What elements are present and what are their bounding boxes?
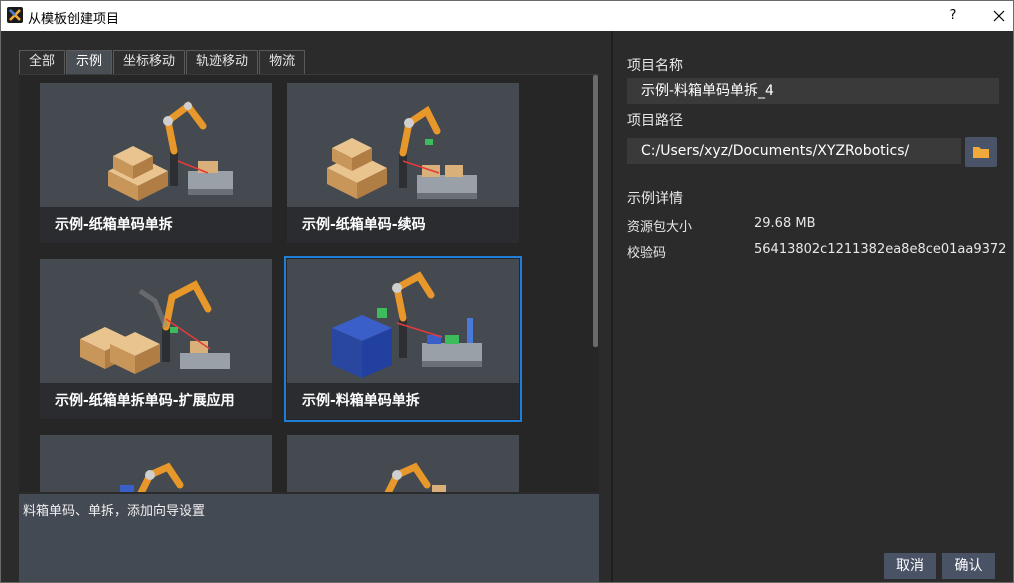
- size-value: 29.68 MB: [754, 216, 816, 231]
- title-bar: 从模板创建项目 ?: [1, 1, 1013, 31]
- card-thumbnail: [40, 83, 272, 207]
- template-panel: 全部 示例 坐标移动 轨迹移动 物流 示例-纸箱单码单拆 示例-纸箱单码-续码 …: [1, 31, 611, 582]
- window-title: 从模板创建项目: [28, 12, 120, 27]
- project-settings-panel: 项目名称 项目路径 示例详情 资源包大小 29.68 MB 校验码 564138…: [613, 31, 1013, 582]
- template-description: 料箱单码、单拆，添加向导设置: [19, 494, 599, 582]
- card-thumbnail: [287, 259, 519, 383]
- tab-logistics[interactable]: 物流: [259, 50, 306, 74]
- template-card-3[interactable]: 示例-纸箱单拆单码-扩展应用: [40, 259, 272, 419]
- dialog-window: 从模板创建项目 ? 全部 示例 坐标移动 轨迹移动 物流 示例-纸箱单码单拆 示…: [0, 0, 1014, 583]
- template-card-2[interactable]: 示例-纸箱单码-续码: [287, 83, 519, 243]
- browse-folder-button[interactable]: [965, 137, 997, 167]
- card-thumbnail: [40, 259, 272, 383]
- template-card-6[interactable]: [287, 435, 519, 492]
- app-logo-icon: [7, 7, 23, 23]
- tab-coordinate-move[interactable]: 坐标移动: [113, 50, 186, 74]
- category-tabs: 全部 示例 坐标移动 轨迹移动 物流: [19, 50, 306, 74]
- size-label: 资源包大小: [627, 220, 693, 235]
- project-name-label: 项目名称: [627, 58, 683, 74]
- template-card-5[interactable]: [40, 435, 272, 492]
- card-thumbnail: [40, 435, 272, 492]
- card-label: 示例-纸箱单码-续码: [287, 207, 519, 243]
- help-button[interactable]: ?: [939, 4, 967, 28]
- template-grid: 示例-纸箱单码单拆 示例-纸箱单码-续码 示例-纸箱单拆单码-扩展应用 示例-料…: [19, 74, 599, 492]
- project-path-input[interactable]: [627, 138, 961, 164]
- project-name-input[interactable]: [627, 78, 999, 104]
- project-path-label: 项目路径: [627, 113, 683, 129]
- checksum-label: 校验码: [627, 246, 667, 261]
- tab-all[interactable]: 全部: [19, 50, 66, 74]
- cancel-button[interactable]: 取消: [884, 553, 936, 579]
- card-label: 示例-纸箱单拆单码-扩展应用: [40, 383, 272, 419]
- tab-trajectory-move[interactable]: 轨迹移动: [186, 50, 259, 74]
- scrollbar-thumb[interactable]: [593, 75, 598, 347]
- confirm-button[interactable]: 确认: [942, 553, 995, 579]
- details-heading: 示例详情: [627, 191, 683, 207]
- close-icon: [993, 10, 1005, 22]
- card-thumbnail: [287, 435, 519, 492]
- close-button[interactable]: [985, 4, 1013, 28]
- card-thumbnail: [287, 83, 519, 207]
- template-card-1[interactable]: 示例-纸箱单码单拆: [40, 83, 272, 243]
- folder-icon: [973, 147, 989, 158]
- template-card-4[interactable]: 示例-料箱单码单拆: [284, 256, 522, 422]
- checksum-value: 56413802c1211382ea8e8ce01aa9372: [754, 242, 1007, 257]
- card-label: 示例-料箱单码单拆: [287, 383, 519, 419]
- card-label: 示例-纸箱单码单拆: [40, 207, 272, 243]
- tab-examples[interactable]: 示例: [66, 50, 113, 74]
